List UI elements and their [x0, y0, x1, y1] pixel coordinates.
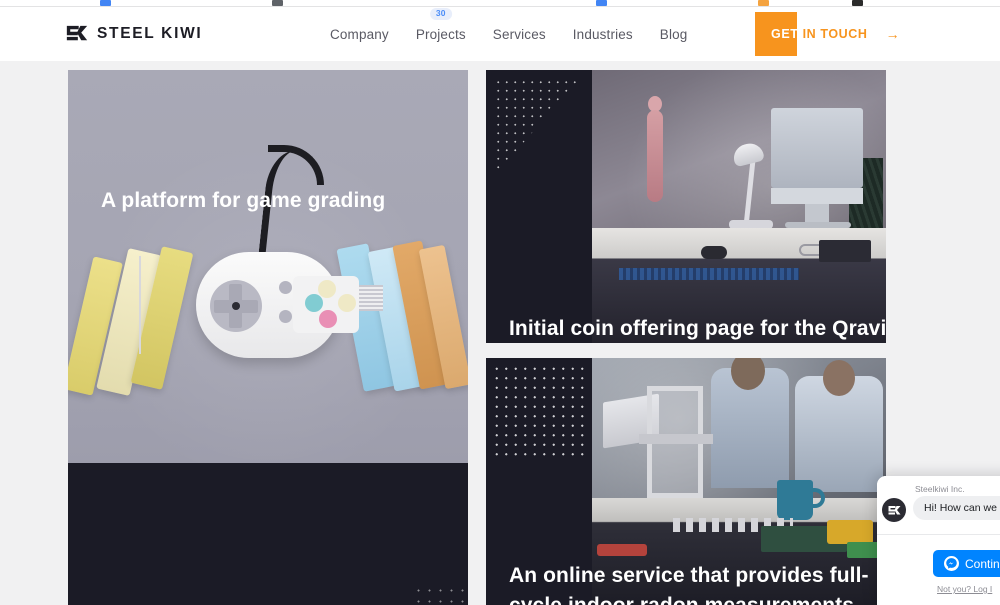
project-card-qravity[interactable]: Initial coin offering page for the Qravi… [486, 70, 886, 343]
nav-label: Services [492, 26, 546, 42]
bookmark-icon[interactable] [758, 0, 769, 6]
messenger-icon [944, 556, 959, 571]
logo-text: STEEL KIWI [97, 24, 203, 42]
project-caption-bar [68, 463, 468, 605]
mouse-icon [701, 246, 727, 259]
not-you-login-link[interactable]: Not you? Log I [937, 584, 992, 594]
bookmark-icon[interactable] [852, 0, 863, 6]
chat-brand-name: Steelkiwi Inc. [915, 484, 965, 494]
main-navigation: Company 30 Projects Services Industries … [330, 7, 687, 61]
project-caption-panel [486, 70, 592, 343]
project-title: Initial coin offering page for the Qravi… [509, 317, 886, 340]
mug-icon [777, 480, 813, 520]
chat-divider [877, 534, 1000, 535]
nav-item-projects[interactable]: 30 Projects [415, 7, 466, 42]
project-image-game-grading [68, 70, 468, 463]
bookmark-icon[interactable] [596, 0, 607, 6]
imac-chin [771, 188, 863, 204]
dpad-center [232, 302, 240, 310]
cta-label-highlight: GET [771, 27, 799, 41]
project-image-qravity [591, 70, 886, 343]
project-title: An online service that provides full-cyc… [509, 564, 869, 605]
person-head [823, 360, 855, 396]
small-button [279, 310, 292, 323]
desk-lamp-icon [731, 140, 765, 168]
chat-message-area: Steelkiwi Inc. Hi! How can we he [877, 476, 1000, 534]
projects-count-badge: 30 [429, 7, 452, 20]
project-card-game-grading[interactable]: A platform for game grading [68, 70, 468, 605]
figurine-icon [647, 110, 663, 202]
project-card-radon[interactable]: An online service that provides full-cyc… [486, 358, 886, 605]
face-button-yellow [318, 280, 336, 298]
sk-monogram-icon [888, 505, 900, 514]
gamepad-grill [359, 285, 383, 311]
site-header: STEEL KIWI Company 30 Projects Services … [0, 7, 1000, 61]
arrow-right-icon: → [885, 26, 900, 42]
cta-label: GET IN TOUCH [755, 27, 868, 41]
continue-with-messenger-button[interactable]: Continue [933, 550, 1000, 577]
site-logo[interactable]: STEEL KIWI [66, 24, 202, 43]
nav-label: Blog [659, 26, 688, 42]
cta-label-rest: IN TOUCH [798, 27, 868, 41]
messenger-button-label: Continue [965, 556, 1000, 571]
dot-pattern-decoration [494, 78, 580, 176]
bookmark-icon[interactable] [272, 0, 283, 6]
keyboard-icon [619, 268, 799, 280]
nav-item-blog[interactable]: Blog [660, 27, 688, 42]
projects-grid: A platform for game grading Initial coin… [0, 61, 1000, 605]
desk-clutter [819, 240, 871, 262]
nav-label: Projects [415, 26, 466, 42]
project-title: A platform for game grading [101, 189, 386, 212]
get-in-touch-button[interactable]: GET IN TOUCH → [755, 7, 900, 61]
small-button [279, 281, 292, 294]
browser-bookmarks-bar [0, 0, 1000, 7]
red-tool-icon [597, 544, 647, 556]
messenger-chat-widget[interactable]: Steelkiwi Inc. Hi! How can we he Continu… [877, 476, 1000, 605]
face-button-pink [319, 310, 337, 328]
chat-avatar [882, 498, 906, 522]
face-button-cyan [305, 294, 323, 312]
desk-lamp-arm [743, 161, 756, 225]
face-button-yellow [338, 294, 356, 312]
machine-bar [639, 434, 713, 444]
gamepad-seam [139, 256, 141, 354]
bookmark-icon[interactable] [100, 0, 111, 6]
nav-item-industries[interactable]: Industries [573, 27, 633, 42]
nav-label: Industries [572, 26, 633, 42]
chat-greeting-bubble: Hi! How can we he [913, 496, 1000, 520]
dot-pattern-decoration [492, 364, 588, 462]
nav-item-company[interactable]: Company [330, 27, 389, 42]
dot-pattern-decoration [413, 585, 468, 605]
yellow-tool-icon [827, 520, 873, 544]
nav-item-services[interactable]: Services [493, 27, 546, 42]
green-tool-icon [847, 542, 879, 558]
nav-label: Company [330, 26, 389, 42]
imac-screen-icon [771, 108, 863, 188]
sk-monogram-icon [66, 25, 88, 41]
